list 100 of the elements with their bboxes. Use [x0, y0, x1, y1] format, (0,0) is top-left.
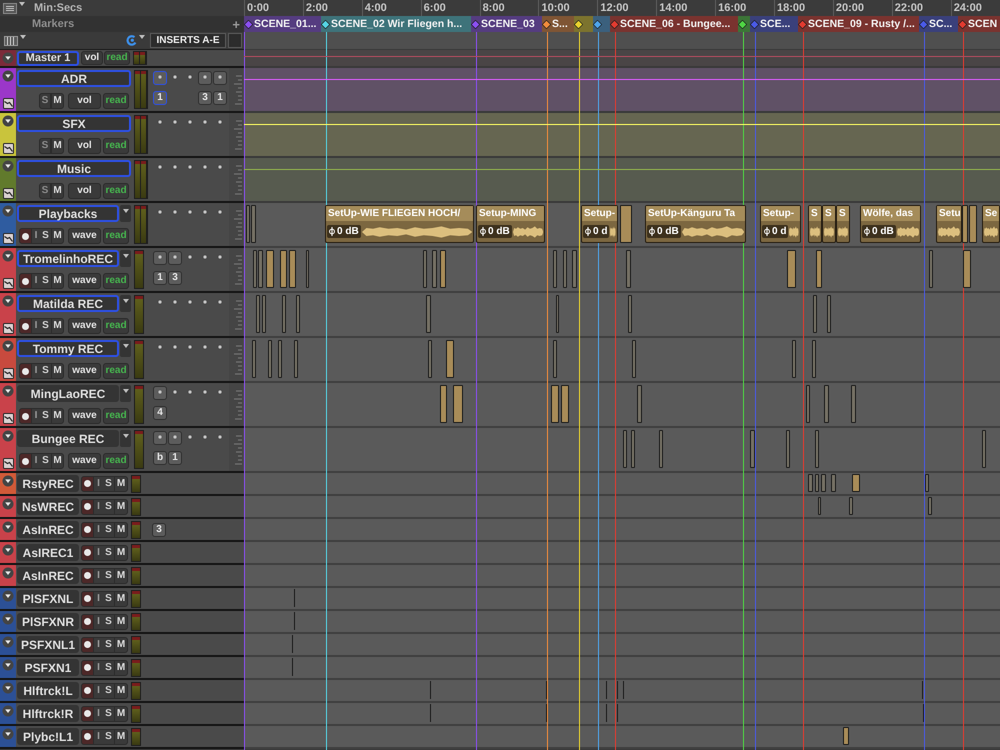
grid-icon[interactable] [4, 36, 18, 46]
track-name-field[interactable]: AsIREC1 [17, 544, 79, 561]
solo-button[interactable]: S [103, 636, 114, 652]
insert-slot[interactable] [198, 71, 212, 85]
solo-button[interactable]: S [103, 544, 114, 560]
marker-icon[interactable] [244, 20, 253, 28]
playlist-button[interactable] [120, 340, 131, 357]
view-button[interactable]: vol [68, 93, 101, 109]
track-name-field[interactable]: Matilda REC [17, 295, 119, 312]
track-name-field[interactable]: PSFXNL1 [17, 636, 79, 653]
insert-slot[interactable]: 3 [198, 91, 212, 105]
dropdown-icon[interactable] [2, 590, 14, 602]
view-button[interactable]: vol [81, 51, 103, 65]
automation-mode-button[interactable]: read [103, 318, 129, 334]
automation-mode-button[interactable]: read [103, 93, 129, 109]
marker-icon[interactable] [471, 20, 480, 28]
input-monitor-button[interactable]: I [94, 706, 103, 722]
input-monitor-button[interactable]: I [32, 453, 40, 469]
playlist-button[interactable] [120, 385, 131, 402]
track-name-field[interactable]: RstyREC [17, 475, 79, 492]
insert-slot[interactable]: 3 [152, 522, 166, 536]
mute-button[interactable]: M [114, 728, 128, 744]
dropdown-icon[interactable] [2, 385, 14, 397]
marker-icon[interactable] [919, 20, 928, 28]
solo-button[interactable]: S [103, 728, 114, 744]
solo-button[interactable]: S [40, 408, 51, 424]
marker-icon[interactable] [610, 20, 619, 28]
marker-icon[interactable] [958, 20, 967, 28]
automation-icon[interactable] [2, 458, 14, 469]
record-button[interactable] [19, 408, 32, 424]
dropdown-triangle-icon[interactable] [20, 35, 26, 39]
input-monitor-button[interactable]: I [32, 318, 40, 334]
automation-icon[interactable] [2, 278, 14, 289]
automation-icon[interactable] [2, 188, 14, 199]
dropdown-icon[interactable] [2, 636, 14, 648]
track-name-field[interactable]: PlSFXNL [17, 590, 79, 607]
menu-icon[interactable] [3, 2, 17, 14]
mute-button[interactable]: M [114, 476, 128, 492]
insert-slot[interactable]: 3 [168, 271, 182, 285]
dropdown-icon[interactable] [2, 498, 14, 510]
dropdown-icon[interactable] [2, 567, 14, 579]
mute-button[interactable]: M [114, 614, 128, 630]
automation-icon[interactable] [2, 368, 14, 379]
input-monitor-button[interactable]: I [32, 408, 40, 424]
column-header[interactable]: INSERTS A-E [150, 33, 226, 48]
insert-slot[interactable]: 1 [213, 91, 227, 105]
view-button[interactable]: vol [68, 183, 101, 199]
track-name-field[interactable]: PlSFXNR [17, 613, 79, 630]
dropdown-triangle-icon[interactable] [19, 2, 25, 6]
track-name-field[interactable]: PSFXN1 [17, 659, 79, 676]
input-monitor-button[interactable]: I [94, 544, 103, 560]
mute-button[interactable]: M [114, 682, 128, 698]
playlist-button[interactable] [120, 430, 131, 447]
record-button[interactable] [81, 682, 94, 698]
clip-gain-control[interactable]: 0 d [583, 225, 610, 238]
view-button[interactable]: vol [68, 138, 101, 154]
mute-button[interactable]: M [114, 568, 128, 584]
track-name-field[interactable]: Plybc!L1 [17, 728, 79, 745]
mute-button[interactable]: M [114, 590, 128, 606]
marker-icon[interactable] [593, 20, 602, 28]
view-button[interactable]: wave [68, 228, 101, 244]
track-name-field[interactable]: Playbacks [17, 205, 119, 222]
mute-button[interactable]: M [51, 318, 64, 334]
record-button[interactable] [81, 706, 94, 722]
dropdown-icon[interactable] [2, 682, 14, 694]
automation-icon[interactable] [2, 233, 14, 244]
mute-button[interactable]: M [114, 706, 128, 722]
dropdown-icon[interactable] [2, 295, 14, 307]
mute-button[interactable]: M [51, 363, 64, 379]
dropdown-icon[interactable] [2, 340, 14, 352]
automation-mode-button[interactable]: read [103, 228, 129, 244]
automation-mode-button[interactable]: read [104, 51, 130, 65]
view-button[interactable]: wave [68, 318, 101, 334]
track-name-field[interactable]: Master 1 [17, 50, 79, 66]
input-monitor-button[interactable]: I [94, 476, 103, 492]
input-monitor-button[interactable]: I [94, 522, 103, 538]
dropdown-icon[interactable] [2, 705, 14, 717]
mute-button[interactable]: M [51, 183, 64, 199]
input-monitor-button[interactable]: I [94, 590, 103, 606]
insert-slot[interactable]: 1 [168, 451, 182, 465]
marker-icon[interactable] [321, 20, 330, 28]
solo-button[interactable]: S [40, 453, 51, 469]
insert-slot[interactable] [213, 71, 227, 85]
solo-button[interactable]: S [40, 228, 51, 244]
mute-button[interactable]: M [51, 93, 64, 109]
marker-icon[interactable] [798, 20, 807, 28]
dropdown-icon[interactable] [2, 475, 14, 487]
insert-slot[interactable]: 4 [153, 406, 167, 420]
solo-button[interactable]: S [40, 363, 51, 379]
dropdown-icon[interactable] [2, 70, 14, 82]
dropdown-icon[interactable] [2, 115, 14, 127]
insert-slot[interactable]: b [153, 451, 167, 465]
insert-slot[interactable] [153, 71, 167, 85]
automation-mode-button[interactable]: read [103, 363, 129, 379]
automation-icon[interactable] [2, 323, 14, 334]
input-monitor-button[interactable]: I [94, 660, 103, 676]
dropdown-icon[interactable] [2, 430, 14, 442]
insert-slot[interactable] [168, 431, 182, 445]
record-button[interactable] [81, 590, 94, 606]
swirl-icon[interactable] [126, 35, 137, 46]
